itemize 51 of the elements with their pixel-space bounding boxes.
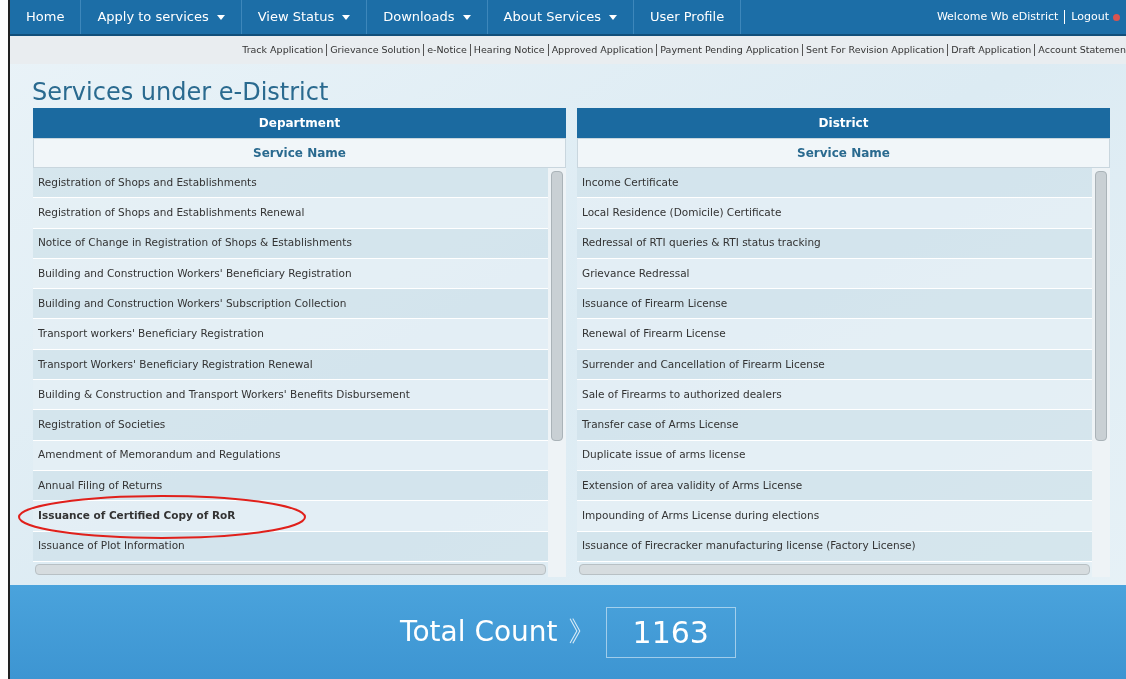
service-row[interactable]: Issuance of Firearm License [577, 289, 1092, 320]
nav-item[interactable]: Downloads [367, 0, 488, 34]
chevron-icon: 》 [567, 611, 596, 653]
service-row[interactable]: Duplicate issue of arms license [577, 440, 1092, 471]
service-row[interactable]: Transport Workers' Beneficiary Registration Renewal [33, 349, 548, 381]
service-row[interactable]: Extension of area validity of Arms License [577, 470, 1092, 502]
total-count-value: 1163 [605, 606, 736, 658]
nav-item[interactable]: About Services [487, 0, 634, 34]
service-row[interactable]: Building and Construction Workers' Subscription Collection [33, 289, 548, 320]
table-heading: Department [33, 108, 566, 138]
nav-item[interactable]: View Status [241, 0, 368, 34]
service-row[interactable]: Surrender and Cancellation of Firearm License [577, 349, 1092, 381]
service-row[interactable]: Notice of Change in Registration of Shops & Establishments [33, 228, 548, 259]
table-heading: District [577, 108, 1110, 138]
service-row[interactable]: Renewal of Firearm License [577, 319, 1092, 350]
quick-link[interactable]: Draft Application [951, 42, 1032, 58]
service-row[interactable]: Transport workers' Beneficiary Registration [33, 319, 548, 350]
nav-item[interactable]: Home [10, 0, 82, 34]
quick-link[interactable]: Track Application [242, 42, 324, 58]
service-row[interactable]: Redressal of RTI queries & RTI status tracking [577, 228, 1092, 259]
service-row[interactable]: Transfer case of Arms License [577, 410, 1092, 441]
service-row[interactable]: Building and Construction Workers' Beneficiary Registration [33, 258, 548, 290]
quick-link[interactable]: Approved Application [551, 42, 654, 58]
quick-link[interactable]: Payment Pending Application [660, 42, 799, 58]
service-row[interactable]: Registration of Societies [33, 410, 548, 441]
column-header: Service Name [577, 138, 1110, 168]
service-row[interactable]: Registration of Shops and Establishments [33, 168, 548, 199]
service-row[interactable]: Issuance of Certified Copy of RoR [33, 501, 548, 532]
service-row[interactable]: Local Residence (Domicile) Certificate [577, 198, 1092, 229]
welcome-text: Welcome Wb eDistrict [936, 8, 1060, 25]
page-title: Services under e-District [31, 77, 330, 108]
total-count-label: Total Count [400, 614, 558, 650]
column-header: Service Name [33, 138, 566, 168]
quick-link[interactable]: e-Notice [427, 42, 467, 58]
service-row[interactable]: Annual Filing of Returns [33, 470, 548, 502]
nav-item[interactable]: Apply to services [81, 0, 242, 34]
service-row[interactable]: Building & Construction and Transport Workers' Benefits Disbursement [33, 380, 548, 411]
service-row[interactable]: Issuance of Plot Information [33, 531, 548, 562]
service-row[interactable]: Amendment of Memorandum and Regulations [33, 440, 548, 471]
service-row[interactable]: Grievance Redressal [577, 258, 1092, 290]
service-row[interactable]: Sale of Firearms to authorized dealers [577, 380, 1092, 411]
service-row[interactable]: Registration of Shops and Establishments Renewal [33, 198, 548, 229]
quick-link[interactable]: Account Statemen [1038, 42, 1126, 58]
quick-link[interactable]: Sent For Revision Application [806, 42, 945, 58]
quick-link[interactable]: Grievance Solution [330, 42, 421, 58]
nav-item[interactable]: User Profile [633, 0, 742, 34]
service-row[interactable]: Issuance of Firecracker manufacturing license (Factory License) [577, 531, 1092, 562]
logout-link[interactable]: Logout [1065, 8, 1113, 26]
service-row[interactable]: Impounding of Arms License during elections [577, 501, 1092, 532]
quick-link[interactable]: Hearing Notice [473, 42, 545, 58]
service-row[interactable]: Income Certificate [577, 168, 1092, 199]
